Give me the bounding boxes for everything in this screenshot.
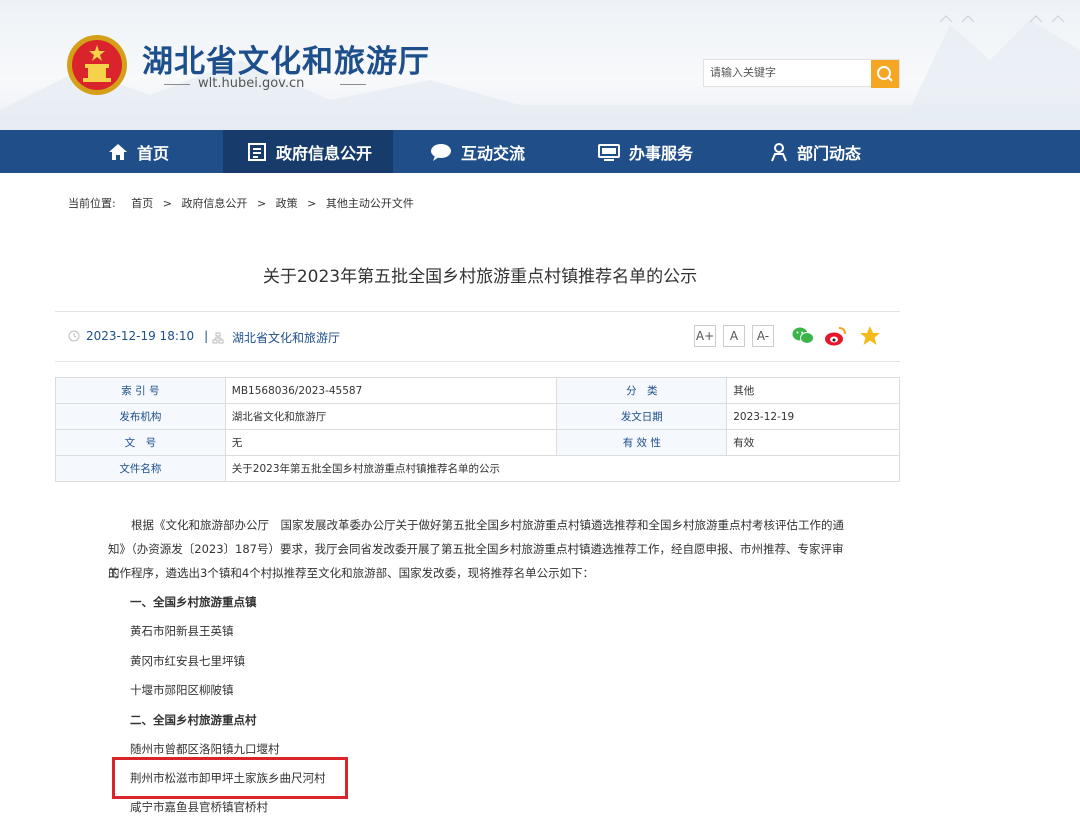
table-row: 索 引 号 MB1568036/2023-45587 分 类 其他 [55,377,900,404]
nav-label: 部门动态 [797,143,862,163]
nav-item-interaction[interactable]: 互动交流 [430,130,525,173]
domain-divider-left [164,84,190,85]
search-input[interactable] [710,66,870,79]
intro-line: 根据《文化和旅游部办公厅 国家发展改革委办公厅关于做好第五批全国乡村旅游重点村镇… [108,518,844,532]
chat-bubble-icon [431,143,451,161]
breadcrumb-link-other-files[interactable]: 其他主动公开文件 [326,197,414,210]
divider [55,361,900,362]
meta-divider: | [204,329,209,343]
font-size-increase-button[interactable]: A+ [694,325,716,347]
value-doc-no: 无 [224,429,558,456]
breadcrumb-separator: > [256,197,267,210]
table-row: 文件名称 关于2023年第五批全国乡村旅游重点村镇推荐名单的公示 [55,455,901,482]
nav-label: 互动交流 [461,143,526,163]
home-icon [109,143,127,160]
breadcrumb-prefix: 当前位置: [68,197,116,210]
value-file-name: 关于2023年第五批全国乡村旅游重点村镇推荐名单的公示 [224,455,901,482]
nav-item-home[interactable]: 首页 [108,130,169,173]
breadcrumb-link-home[interactable]: 首页 [131,197,153,210]
nav-item-services[interactable]: 办事服务 [598,130,693,173]
document-info-table: 索 引 号 MB1568036/2023-45587 分 类 其他 发布机构 湖… [55,377,901,482]
nav-label: 办事服务 [629,143,694,163]
table-row: 文 号 无 有 效 性 有效 [55,429,900,456]
label-issue-date: 发文日期 [556,403,728,430]
publish-date: 2023-12-19 18:10 | [68,329,208,343]
publish-source-text[interactable]: 湖北省文化和旅游厅 [232,329,340,346]
clock-icon [68,330,80,342]
site-title[interactable]: 湖北省文化和旅游厅 [142,36,430,81]
highlight-annotation-box [112,757,348,799]
value-category: 其他 [726,377,900,404]
section-heading-villages: 二、全国乡村旅游重点村 [130,713,257,727]
breadcrumb-link-policy[interactable]: 政策 [276,197,298,210]
nav-item-gov-info[interactable]: 政府信息公开 [223,130,393,173]
breadcrumb: 当前位置: 首页 > 政府信息公开 > 政策 > 其他主动公开文件 [68,195,420,211]
value-index-no: MB1568036/2023-45587 [224,377,558,404]
page-title: 关于2023年第五批全国乡村旅游重点村镇推荐名单的公示 [262,267,698,287]
font-size-default-button[interactable]: A [723,325,745,347]
divider [55,311,900,312]
site-domain: wlt.hubei.gov.cn [198,76,305,91]
document-list-icon [248,142,266,161]
search-button[interactable] [871,60,899,88]
main-nav: 首页 政府信息公开 互动交流 办事服务 部门动态 [0,130,1080,173]
wechat-share-icon[interactable] [792,326,814,346]
label-file-name: 文件名称 [55,455,226,482]
label-doc-no: 文 号 [55,429,226,456]
value-publisher: 湖北省文化和旅游厅 [224,403,558,430]
favorite-star-icon[interactable] [859,325,881,347]
list-item: 咸宁市嘉鱼县官桥镇官桥村 [130,800,268,814]
weibo-share-icon[interactable] [824,325,848,347]
site-header: 湖北省文化和旅游厅 wlt.hubei.gov.cn [0,0,1080,130]
org-chart-icon [212,332,224,343]
domain-divider-right [340,84,366,85]
font-size-decrease-button[interactable]: A- [752,325,774,347]
table-row: 发布机构 湖北省文化和旅游厅 发文日期 2023-12-19 [55,403,900,430]
intro-line: 工作程序，遴选出3个镇和4个村拟推荐至文化和旅游部、国家发改委，现将推荐名单公示… [108,566,595,580]
label-index-no: 索 引 号 [55,377,226,404]
publish-date-text: 2023-12-19 18:10 [86,329,195,343]
list-item: 黄冈市红安县七里坪镇 [130,654,245,668]
monitor-icon [598,143,620,161]
publish-source: 湖北省文化和旅游厅 [212,329,340,346]
list-item: 十堰市郧阳区柳陂镇 [130,683,234,697]
breadcrumb-separator: > [307,197,317,210]
search-icon [877,66,893,82]
breadcrumb-link-gov-info[interactable]: 政府信息公开 [181,197,247,210]
nav-label: 首页 [137,143,170,163]
list-item: 随州市曾都区洛阳镇九口堰村 [130,742,280,756]
person-icon [771,142,787,161]
value-validity: 有效 [726,429,900,456]
label-validity: 有 效 性 [556,429,728,456]
breadcrumb-separator: > [162,197,172,210]
nav-item-news[interactable]: 部门动态 [770,130,861,173]
national-emblem-icon [67,35,127,95]
list-item: 黄石市阳新县王英镇 [130,624,234,638]
label-category: 分 类 [556,377,728,404]
search-box [703,59,900,88]
section-heading-towns: 一、全国乡村旅游重点镇 [130,595,257,609]
value-issue-date: 2023-12-19 [726,403,900,430]
nav-label: 政府信息公开 [276,143,373,163]
label-publisher: 发布机构 [55,403,226,430]
